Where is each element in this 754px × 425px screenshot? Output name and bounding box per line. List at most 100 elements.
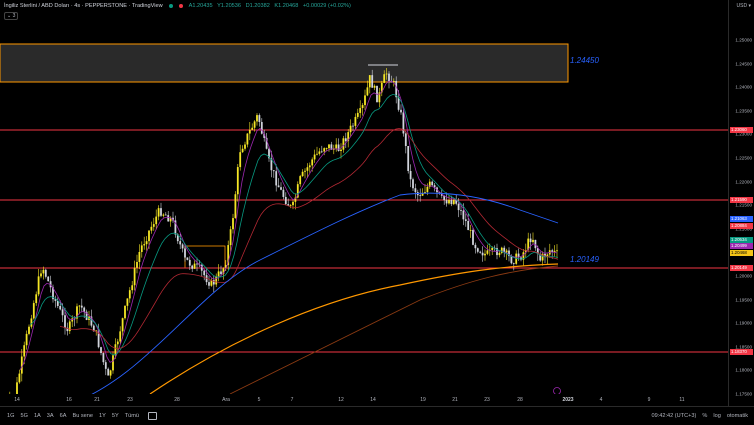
price-tag: 1.18370: [730, 349, 753, 355]
candle-body: [145, 241, 148, 245]
candle-body: [239, 152, 242, 168]
candle-body: [236, 167, 239, 195]
candle-body: [342, 138, 345, 150]
ma-green-line: [29, 93, 559, 356]
candle-body: [407, 145, 410, 171]
ma-brown-line: [229, 265, 559, 394]
range-button[interactable]: 5G: [17, 413, 30, 419]
time-tick-label: 16: [66, 397, 72, 403]
candle-body: [452, 199, 455, 205]
indicator-collapse-button[interactable]: ⌄ 3: [4, 12, 19, 20]
candle-body: [260, 121, 263, 134]
candle-body: [78, 305, 81, 307]
candle-body: [37, 276, 40, 295]
candle-body: [241, 148, 244, 153]
price-axis[interactable]: USD ▾ 1.25000 1.24500 1.24000 1.23500 1.2300…: [728, 0, 754, 406]
candle-body: [181, 244, 184, 249]
candle-body: [28, 326, 30, 334]
range-button[interactable]: Tümü: [122, 413, 142, 419]
candle-body: [234, 194, 237, 219]
candle-body: [373, 85, 376, 88]
price-tick-label: 1.24000: [735, 84, 752, 90]
candle-body: [138, 251, 141, 262]
candle-body: [150, 226, 153, 231]
candle-body: [184, 248, 186, 258]
candle-body: [272, 170, 275, 172]
candle-body: [162, 214, 165, 216]
symbol-title[interactable]: İngiliz Sterlini / ABD Doları · 4s · PEP…: [4, 3, 163, 9]
time-axis[interactable]: 14 16 21 23 28 Ara 5 7 12 14 19 21 23 28 2023 4 9 11: [0, 394, 729, 406]
candle-body: [313, 154, 316, 160]
calendar-icon[interactable]: [148, 412, 157, 420]
candle-body: [484, 253, 486, 256]
candle-body: [59, 305, 62, 310]
candle-body: [318, 151, 321, 154]
range-button[interactable]: 3A: [44, 413, 57, 419]
candle-body: [292, 201, 294, 206]
candle-body: [512, 263, 515, 265]
candle-body: [100, 347, 102, 354]
range-button[interactable]: Bu sene: [69, 413, 96, 419]
time-tick-label: 19: [420, 397, 426, 403]
candle-body: [232, 218, 234, 230]
candle-body: [352, 125, 354, 127]
candle-body: [277, 185, 280, 188]
clock[interactable]: 09:42:42 (UTC+3): [651, 413, 696, 419]
price-tag: 1.20884: [730, 223, 753, 229]
currency-selector[interactable]: USD ▾: [737, 3, 751, 9]
candle-body: [445, 200, 448, 204]
range-button[interactable]: 1Y: [96, 413, 109, 419]
support-level-label: 1.20149: [570, 255, 599, 264]
range-button[interactable]: 1A: [31, 413, 44, 419]
price-tick-label: 1.24500: [735, 61, 752, 67]
time-tick-label: 23: [484, 397, 490, 403]
candle-body: [116, 341, 119, 345]
price-chart[interactable]: [0, 0, 729, 394]
time-tick-label: 21: [452, 397, 458, 403]
candle-body: [191, 265, 194, 269]
candle-body: [457, 203, 460, 211]
candle-body: [486, 250, 489, 254]
candle-body: [23, 345, 26, 357]
candle-body: [388, 73, 390, 82]
range-button[interactable]: 1G: [4, 413, 17, 419]
price-tick-label: 1.22500: [735, 155, 752, 161]
candle-body: [354, 116, 357, 126]
time-tick-label: Ara: [222, 397, 230, 403]
candle-body: [16, 382, 18, 394]
price-tag: 1.20149: [730, 265, 753, 271]
resistance-zone: [0, 43, 569, 83]
candle-body: [30, 318, 33, 327]
candle-body: [80, 305, 83, 308]
percent-toggle[interactable]: %: [702, 413, 707, 419]
candle-body: [203, 270, 206, 276]
candle-body: [193, 263, 196, 269]
candle-body: [61, 309, 64, 316]
close-value: K1.20468: [274, 3, 299, 9]
price-tick-label: 1.17500: [735, 391, 752, 397]
time-tick-label: 2023: [562, 397, 574, 403]
candle-body: [121, 318, 124, 332]
candle-body: [220, 271, 222, 275]
candle-body: [131, 285, 134, 291]
range-button[interactable]: 6A: [57, 413, 70, 419]
change-value: +0.00029 (+0.02%): [302, 3, 351, 9]
price-tag: 1.20468: [730, 250, 753, 256]
candle-body: [299, 176, 302, 185]
auto-toggle[interactable]: otomatik: [727, 413, 748, 419]
log-toggle[interactable]: log: [713, 413, 720, 419]
candle-body: [556, 250, 558, 252]
price-tick-label: 1.19000: [735, 320, 752, 326]
ma-fast-line: [19, 80, 558, 371]
candle-body: [510, 256, 513, 264]
candle-body: [344, 138, 347, 142]
candle-body: [107, 368, 110, 376]
price-tick-label: 1.18000: [735, 367, 752, 373]
candle-body: [133, 267, 136, 286]
candle-body: [47, 276, 50, 282]
market-status-icon: [168, 4, 173, 8]
candle-body: [356, 112, 359, 117]
range-button[interactable]: 5Y: [109, 413, 122, 419]
candle-body: [256, 115, 258, 122]
candle-body: [311, 159, 314, 166]
